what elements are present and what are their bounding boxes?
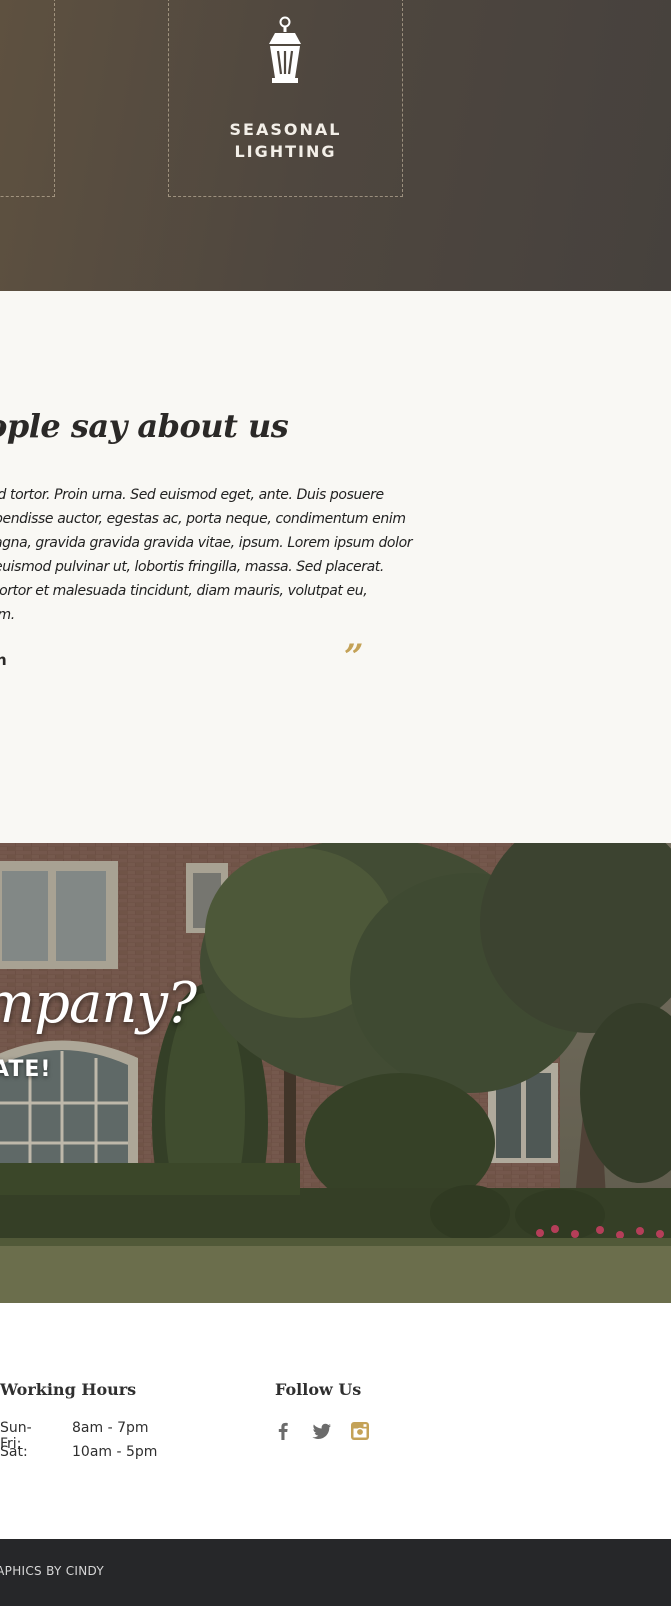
testimonial-line: pendisse auctor, egestas ac, porta neque… (0, 511, 406, 527)
quote-mark-icon: ” (344, 637, 364, 677)
service-card[interactable] (0, 0, 55, 197)
hours-time: 8am - 7pm (72, 1420, 149, 1436)
bottom-bar: RAPHICS BY CINDY (0, 1539, 671, 1606)
contact-hero: mpany? ATE! (0, 843, 671, 1303)
facebook-icon[interactable] (272, 1420, 294, 1442)
testimonial-heading: ople say about us (0, 407, 289, 445)
testimonial-line: tortor et malesuada tincidunt, diam maur… (0, 583, 368, 599)
info-footer: Working Hours Sun-Fri: 8am - 7pm Sat: 10… (0, 1303, 671, 1539)
lantern-icon (269, 16, 301, 83)
testimonial-line: id tortor. Proin urna. Sed euismod eget,… (0, 487, 384, 503)
instagram-icon[interactable] (349, 1420, 371, 1442)
hero-question: mpany? (0, 971, 197, 1036)
hours-day: Sat: (0, 1444, 28, 1460)
site-credit[interactable]: RAPHICS BY CINDY (0, 1564, 104, 1578)
twitter-icon[interactable] (311, 1420, 333, 1442)
service-title: SEASONAL LIGHTING (229, 120, 342, 161)
estimate-cta[interactable]: ATE! (0, 1057, 51, 1082)
working-hours-title: Working Hours (0, 1380, 137, 1399)
service-card-seasonal-lighting[interactable]: SEASONAL LIGHTING (168, 0, 403, 197)
testimonial-line: im. (0, 607, 15, 623)
testimonial-author: n (0, 651, 7, 669)
testimonial-line: euismod pulvinar ut, lobortis fringilla,… (0, 559, 384, 575)
hours-time: 10am - 5pm (72, 1444, 158, 1460)
house-photo (0, 843, 671, 1303)
services-section: SEASONAL LIGHTING (0, 0, 671, 291)
follow-us-title: Follow Us (275, 1380, 362, 1399)
testimonial-section: ople say about us id tortor. Proin urna.… (0, 291, 671, 843)
testimonial-text: id tortor. Proin urna. Sed euismod eget,… (0, 483, 413, 627)
testimonial-line: agna, gravida gravida gravida vitae, ips… (0, 535, 413, 551)
